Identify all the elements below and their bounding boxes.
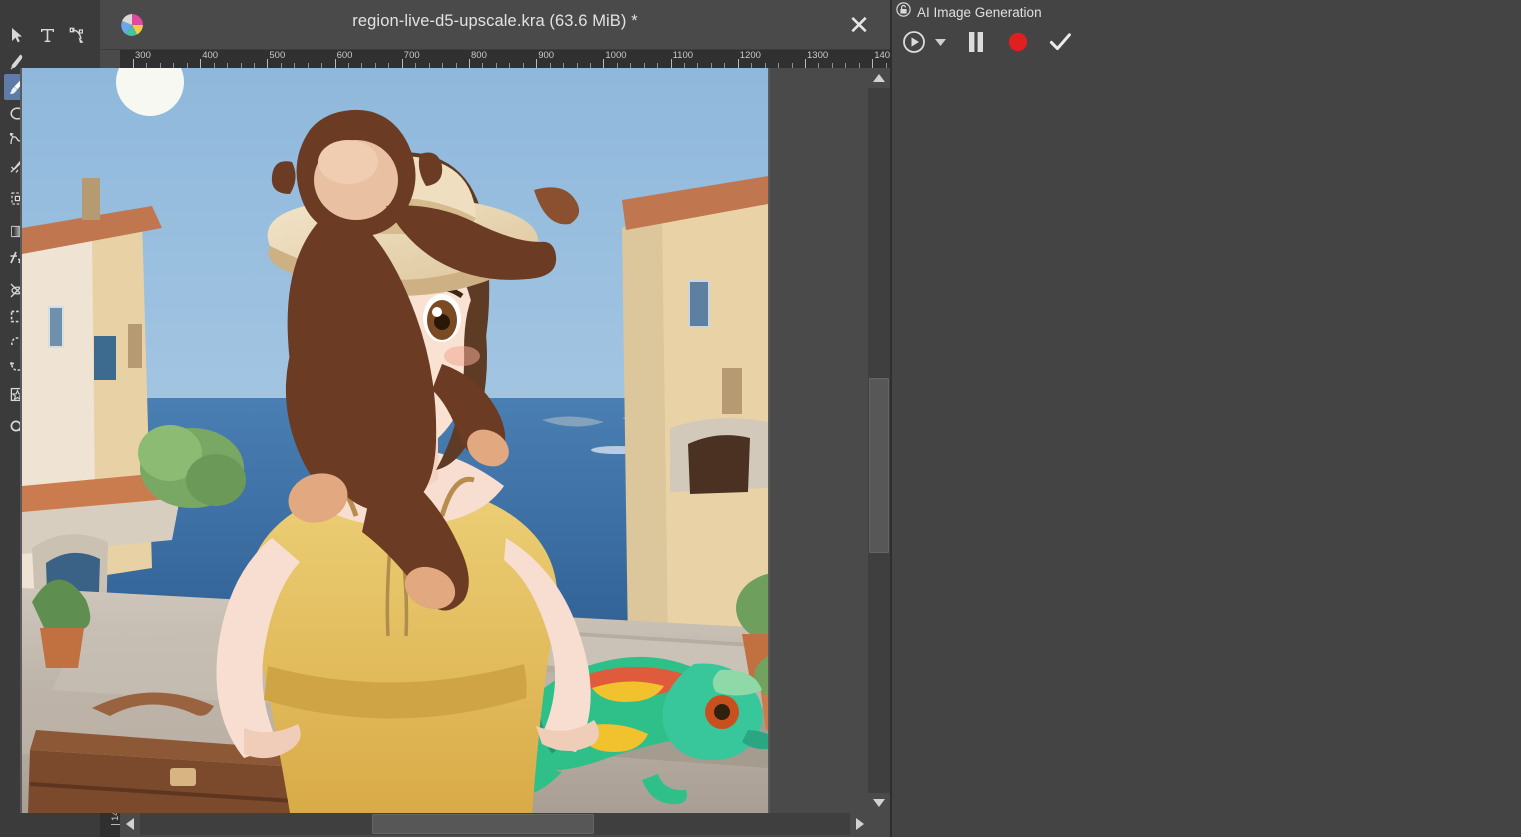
ruler-tick — [469, 59, 470, 68]
generate-options-dropdown[interactable] — [930, 26, 950, 58]
text-tool[interactable] — [34, 22, 60, 48]
ruler-label: 900 — [538, 50, 554, 61]
ruler-tick — [872, 59, 873, 68]
canvas-horizontal-scrollbar[interactable] — [120, 813, 870, 835]
edit-shapes-tool[interactable] — [64, 22, 90, 48]
canvas[interactable] — [20, 68, 770, 813]
scroll-up-button[interactable] — [868, 68, 890, 88]
scroll-right-button[interactable] — [850, 813, 870, 835]
artwork-illustration — [22, 68, 768, 813]
ruler-tick — [671, 59, 672, 68]
canvas-vertical-scrollbar[interactable] — [868, 68, 890, 813]
ai-docker-header: AI Image Generation — [896, 2, 1042, 22]
canvas-artwork[interactable] — [22, 68, 768, 813]
ruler-label: 400 — [202, 50, 218, 61]
ruler-minor-tick — [832, 63, 833, 68]
horizontal-ruler[interactable]: 300 400 500 600 700 800 900 1000 1100 1200 1300 140… — [120, 50, 890, 68]
ruler-minor-tick — [792, 63, 793, 68]
ruler-minor-tick — [778, 63, 779, 68]
ruler-label: 300 — [135, 50, 151, 61]
ruler-tick — [603, 59, 604, 68]
document-titlebar: region-live-d5-upscale.kra (63.6 MiB) * … — [100, 0, 890, 50]
ai-docker-title: AI Image Generation — [917, 5, 1042, 20]
ruler-label: 1000 — [605, 50, 626, 61]
ruler-tick — [133, 59, 134, 68]
ruler-label: 1300 — [807, 50, 828, 61]
vertical-ruler[interactable]: 40050060070080090010001100120013001400 — [0, 68, 20, 813]
scroll-down-button[interactable] — [868, 793, 890, 813]
lock-circle-icon[interactable] — [896, 2, 911, 22]
ruler-tick — [805, 59, 806, 68]
ruler-label: 1200 — [740, 50, 761, 61]
select-shapes-tool[interactable] — [4, 22, 30, 48]
ruler-minor-tick — [845, 63, 846, 68]
krita-window: A... — [0, 0, 1521, 837]
ruler-label: 1100 — [673, 50, 693, 61]
ai-image-generation-docker: AI Image Generation XL Graphic Bold — [892, 0, 1521, 837]
horizontal-scroll-thumb[interactable] — [372, 814, 594, 834]
ruler-tick — [200, 59, 201, 68]
document-title: region-live-d5-upscale.kra (63.6 MiB) * — [100, 12, 890, 31]
scroll-left-button[interactable] — [120, 813, 140, 835]
vertical-scroll-thumb[interactable] — [869, 378, 889, 553]
apply-button[interactable] — [1044, 26, 1076, 58]
ruler-tick — [536, 59, 537, 68]
ruler-label: 500 — [269, 50, 285, 61]
ruler-tick — [111, 824, 120, 825]
ruler-minor-tick — [818, 63, 819, 68]
close-document-button[interactable]: ✕ — [844, 10, 874, 40]
ruler-tick — [335, 59, 336, 68]
ruler-label: 700 — [404, 50, 420, 61]
cancel-button[interactable] — [1002, 26, 1034, 58]
ai-control-row — [892, 24, 1521, 60]
ruler-tick — [738, 59, 739, 68]
pause-button[interactable] — [960, 26, 992, 58]
ruler-label: 600 — [337, 50, 353, 61]
ruler-tick — [402, 59, 403, 68]
generate-button[interactable] — [898, 26, 930, 58]
ruler-label: 1400 — [874, 50, 890, 61]
tool-row — [0, 22, 90, 48]
ruler-minor-tick — [859, 63, 860, 68]
ruler-tick — [267, 59, 268, 68]
ruler-label: 800 — [471, 50, 487, 61]
